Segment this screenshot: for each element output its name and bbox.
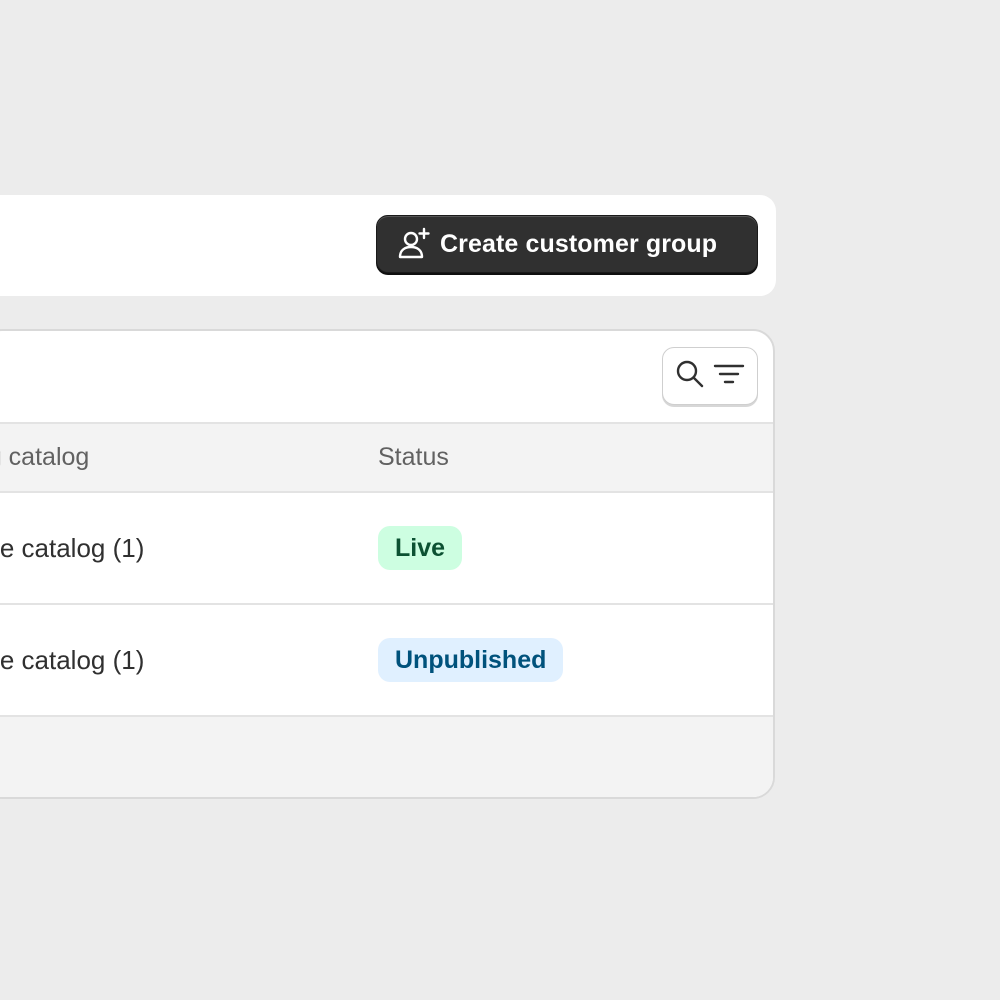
column-header-status[interactable]: Status — [378, 424, 449, 491]
table-header-row: ricing catalog Status — [0, 424, 773, 493]
filter-lines-icon — [712, 358, 746, 395]
column-header-pricing-catalog[interactable]: ricing catalog — [0, 424, 89, 491]
status-badge: Live — [378, 526, 463, 570]
pricing-catalog-cell[interactable]: anage catalog (1) — [0, 605, 144, 715]
table-row[interactable]: anage catalog (1) Unpublished — [0, 605, 773, 717]
create-customer-group-label: Create customer group — [440, 229, 718, 258]
table-toolbar — [0, 331, 773, 424]
person-add-icon — [397, 227, 431, 261]
search-filter-button[interactable] — [662, 347, 758, 405]
create-customer-group-button[interactable]: Create customer group — [376, 215, 758, 273]
table-row[interactable]: anage catalog (1) Live — [0, 493, 773, 605]
customer-groups-table-card: ricing catalog Status anage catalog (1) … — [0, 329, 775, 799]
pricing-catalog-cell[interactable]: anage catalog (1) — [0, 493, 144, 603]
table-footer — [0, 717, 773, 797]
page-action-bar: Create customer group — [0, 195, 776, 296]
status-badge: Unpublished — [378, 638, 564, 682]
search-icon — [674, 358, 706, 395]
